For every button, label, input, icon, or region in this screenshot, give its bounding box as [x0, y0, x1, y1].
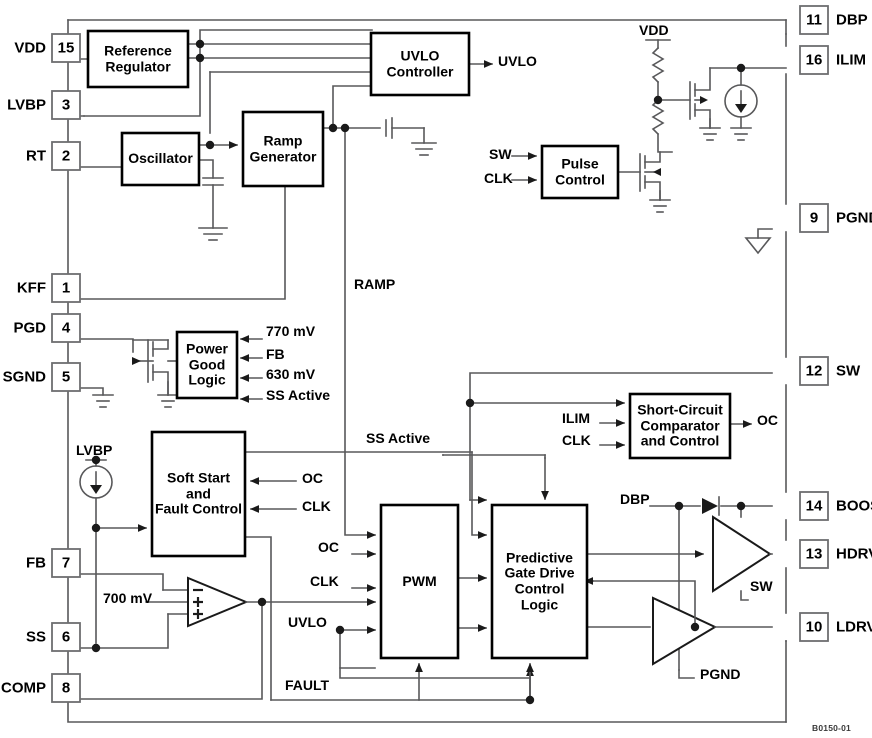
pin-number-hdrv: 13: [805, 545, 823, 563]
pin-label-ss: SS: [25, 628, 46, 646]
pin-number-vdd: 15: [57, 39, 75, 57]
signal-label-oc-out: OC: [757, 412, 778, 428]
diagram-canvas: [51, 5, 829, 723]
pin-number-sw: 12: [805, 362, 823, 380]
block-label-reference-regulator: Reference Regulator: [104, 42, 172, 74]
pin-number-ldrv: 10: [805, 618, 823, 636]
signal-label-ramp: RAMP: [354, 276, 396, 292]
signal-label-oc-ss: OC: [302, 470, 323, 486]
signal-label-pgnd-ldrv: PGND: [700, 666, 741, 682]
block-label-pulse-control: Pulse Control: [555, 155, 605, 187]
pin-label-sw: SW: [836, 362, 861, 380]
pin-label-vdd: VDD: [14, 39, 46, 57]
functional-block-diagram: Reference Regulator UVLO Controller Oscill…: [0, 0, 872, 738]
pin-label-ldrv: LDRV: [836, 618, 872, 636]
signal-label-lvbp-src: LVBP: [76, 442, 113, 458]
pin-number-comp: 8: [61, 679, 71, 697]
pin-label-fb: FB: [26, 554, 46, 572]
signal-label-pg-770mv: 770 mV: [266, 323, 316, 339]
block-label-soft-start: Soft Start and Fault Control: [154, 469, 243, 517]
pin-label-pgd: PGD: [13, 319, 46, 337]
signal-label-ss-active-bus: SS Active: [366, 430, 431, 446]
signal-label-uvlo-out: UVLO: [498, 53, 537, 69]
pin-number-lvbp: 3: [61, 96, 71, 114]
pin-number-pgnd: 9: [809, 209, 819, 227]
signal-label-ilim-scc: ILIM: [562, 410, 590, 426]
pin-number-pgd: 4: [61, 319, 71, 337]
pin-number-dbp: 11: [806, 11, 822, 29]
signal-label-clk-scc: CLK: [562, 432, 591, 448]
signal-label-pg-630mv: 630 mV: [266, 366, 316, 382]
signal-label-sw-hdrv: SW: [750, 578, 773, 594]
pin-label-lvbp: LVBP: [7, 96, 46, 114]
signal-label-sw-pulse-in: SW: [489, 146, 512, 162]
pin-number-fb: 7: [61, 554, 71, 572]
signal-label-vdd-supply: VDD: [639, 22, 669, 38]
pin-number-rt: 2: [61, 147, 71, 165]
block-label-oscillator: Oscillator: [128, 150, 193, 167]
pin-number-ilim: 16: [805, 51, 823, 69]
pin-label-ilim: ILIM: [836, 51, 866, 69]
pin-label-pgnd: PGND: [836, 209, 872, 227]
signal-label-oc-pwm: OC: [318, 539, 339, 555]
signal-label-dbp-boot: DBP: [620, 491, 650, 507]
pin-label-sgnd: SGND: [2, 368, 46, 386]
signal-label-clk-ss: CLK: [302, 498, 331, 514]
pin-number-boost: 14: [805, 497, 823, 515]
pin-label-kff: KFF: [16, 279, 46, 297]
signal-label-fault: FAULT: [285, 677, 330, 693]
pin-number-ss: 6: [61, 628, 71, 646]
pin-label-dbp: DBP: [836, 11, 868, 29]
signal-label-clk-pulse-in: CLK: [484, 170, 513, 186]
block-label-power-good-logic: Power Good Logic: [185, 340, 228, 388]
signal-label-uvlo-pwm: UVLO: [288, 614, 327, 630]
pin-number-sgnd: 5: [61, 368, 71, 386]
pin-label-rt: RT: [26, 147, 46, 165]
signal-label-pg-ssactive: SS Active: [266, 387, 331, 403]
block-label-ramp-generator: Ramp Generator: [249, 132, 317, 164]
pin-number-kff: 1: [61, 279, 71, 297]
signal-label-pg-fb: FB: [266, 346, 285, 362]
block-label-uvlo-controller: UVLO Controller: [386, 47, 454, 79]
pin-label-hdrv: HDRV: [836, 545, 872, 563]
signal-label-clk-pwm: CLK: [310, 573, 339, 589]
pin-label-boost: BOOST: [836, 497, 872, 515]
block-label-pwm: PWM: [402, 572, 437, 589]
pin-label-comp: COMP: [1, 679, 46, 697]
block-label-predictive-gate-drive: Predictive Gate Drive Control Logic: [504, 549, 575, 613]
signal-label-ref-700mv: 700 mV: [103, 590, 153, 606]
figure-watermark: B0150-01: [812, 723, 851, 733]
block-label-short-circuit-comp: Short-Circuit Comparator and Control: [637, 401, 723, 449]
